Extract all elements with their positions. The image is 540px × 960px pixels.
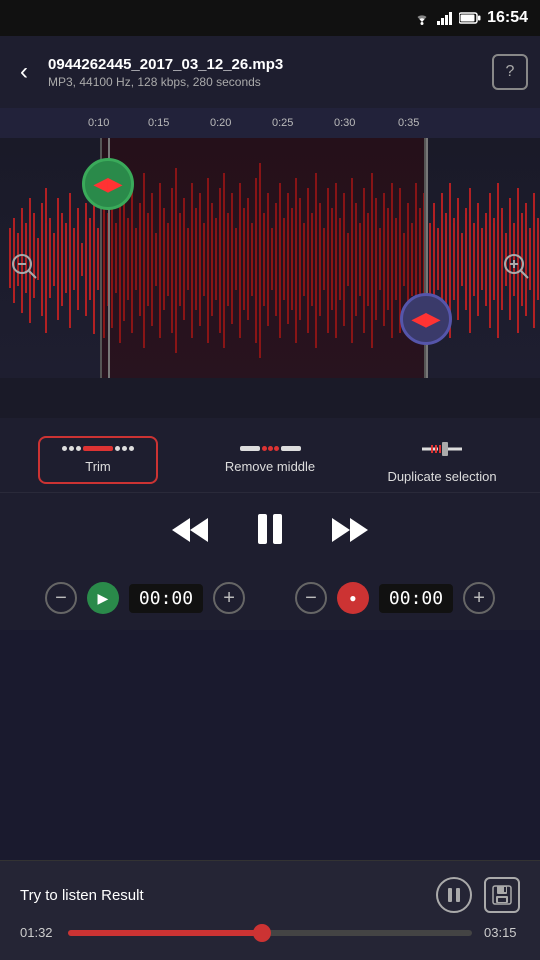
left-handle[interactable]: ◀▶ — [82, 158, 134, 210]
battery-icon — [459, 12, 481, 24]
result-pause-button[interactable] — [436, 877, 472, 913]
end-time-group: − ● 00:00 + — [295, 582, 495, 614]
result-save-button[interactable] — [484, 877, 520, 913]
file-name: 0944262445_2017_03_12_26.mp3 — [48, 56, 480, 73]
forward-button[interactable] — [330, 514, 370, 554]
start-play-button[interactable]: ▶ — [87, 582, 119, 614]
timeline-label-6: 0:35 — [398, 117, 419, 129]
rewind-button[interactable] — [170, 514, 210, 554]
edit-buttons: Trim Remove middle — [0, 418, 540, 493]
timeline-label-5: 0:30 — [334, 117, 355, 129]
remove-middle-label: Remove middle — [225, 459, 315, 474]
zoom-out-button[interactable] — [6, 248, 42, 284]
timeline-label-3: 0:20 — [210, 117, 231, 129]
end-time-minus-button[interactable]: − — [295, 582, 327, 614]
wifi-icon — [413, 11, 431, 25]
result-player: Try to listen Result 01:32 — [0, 860, 540, 960]
status-time: 16:54 — [487, 9, 528, 27]
remove-middle-icon — [240, 446, 301, 451]
top-bar: ‹ 0944262445_2017_03_12_26.mp3 MP3, 4410… — [0, 36, 540, 108]
end-time-display: 00:00 — [379, 584, 453, 613]
duplicate-selection-button[interactable]: Duplicate selection — [382, 437, 502, 484]
trim-label: Trim — [85, 459, 111, 474]
waveform-canvas[interactable]: ◀▶ ◀▶ — [0, 138, 540, 378]
zoom-in-button[interactable] — [498, 248, 534, 284]
signal-icon — [437, 11, 453, 25]
back-button[interactable]: ‹ — [12, 50, 36, 94]
timeline-label-4: 0:25 — [272, 117, 293, 129]
waveform-container: 0:10 0:15 0:20 0:25 0:30 0:35 — [0, 108, 540, 418]
result-time-start: 01:32 — [20, 925, 56, 940]
timeline: 0:10 0:15 0:20 0:25 0:30 0:35 — [0, 108, 540, 138]
end-rec-button[interactable]: ● — [337, 582, 369, 614]
file-info: 0944262445_2017_03_12_26.mp3 MP3, 44100 … — [48, 56, 480, 89]
result-time-end: 03:15 — [484, 925, 520, 940]
left-handle-arrow: ◀▶ — [94, 174, 122, 195]
remove-middle-button[interactable]: Remove middle — [210, 446, 330, 474]
time-controls: − ▶ 00:00 + − ● 00:00 + — [0, 574, 540, 630]
progress-bar[interactable] — [68, 930, 472, 936]
trim-icon — [62, 446, 134, 451]
status-bar: 16:54 — [0, 0, 540, 36]
help-button[interactable]: ? — [492, 54, 528, 90]
result-controls: 01:32 03:15 — [20, 925, 520, 940]
duplicate-selection-label: Duplicate selection — [387, 469, 496, 484]
result-title: Try to listen Result — [20, 887, 144, 904]
start-time-group: − ▶ 00:00 + — [45, 582, 245, 614]
playback-controls — [0, 493, 540, 574]
file-meta: MP3, 44100 Hz, 128 kbps, 280 seconds — [48, 75, 480, 89]
start-time-plus-button[interactable]: + — [213, 582, 245, 614]
timeline-label-1: 0:10 — [88, 117, 109, 129]
result-header: Try to listen Result — [20, 877, 520, 913]
status-icons: 16:54 — [413, 9, 528, 27]
duplicate-selection-icon — [420, 437, 464, 461]
start-time-display: 00:00 — [129, 584, 203, 613]
progress-bar-fill — [68, 930, 262, 936]
progress-thumb[interactable] — [253, 924, 271, 942]
right-handle-arrow: ◀▶ — [412, 309, 440, 330]
start-time-minus-button[interactable]: − — [45, 582, 77, 614]
pause-button[interactable] — [250, 509, 290, 558]
timeline-label-2: 0:15 — [148, 117, 169, 129]
right-handle[interactable]: ◀▶ — [400, 293, 452, 345]
controls-section: Trim Remove middle — [0, 418, 540, 630]
selection-overlay — [100, 138, 426, 378]
trim-button[interactable]: Trim — [38, 436, 158, 484]
end-time-plus-button[interactable]: + — [463, 582, 495, 614]
